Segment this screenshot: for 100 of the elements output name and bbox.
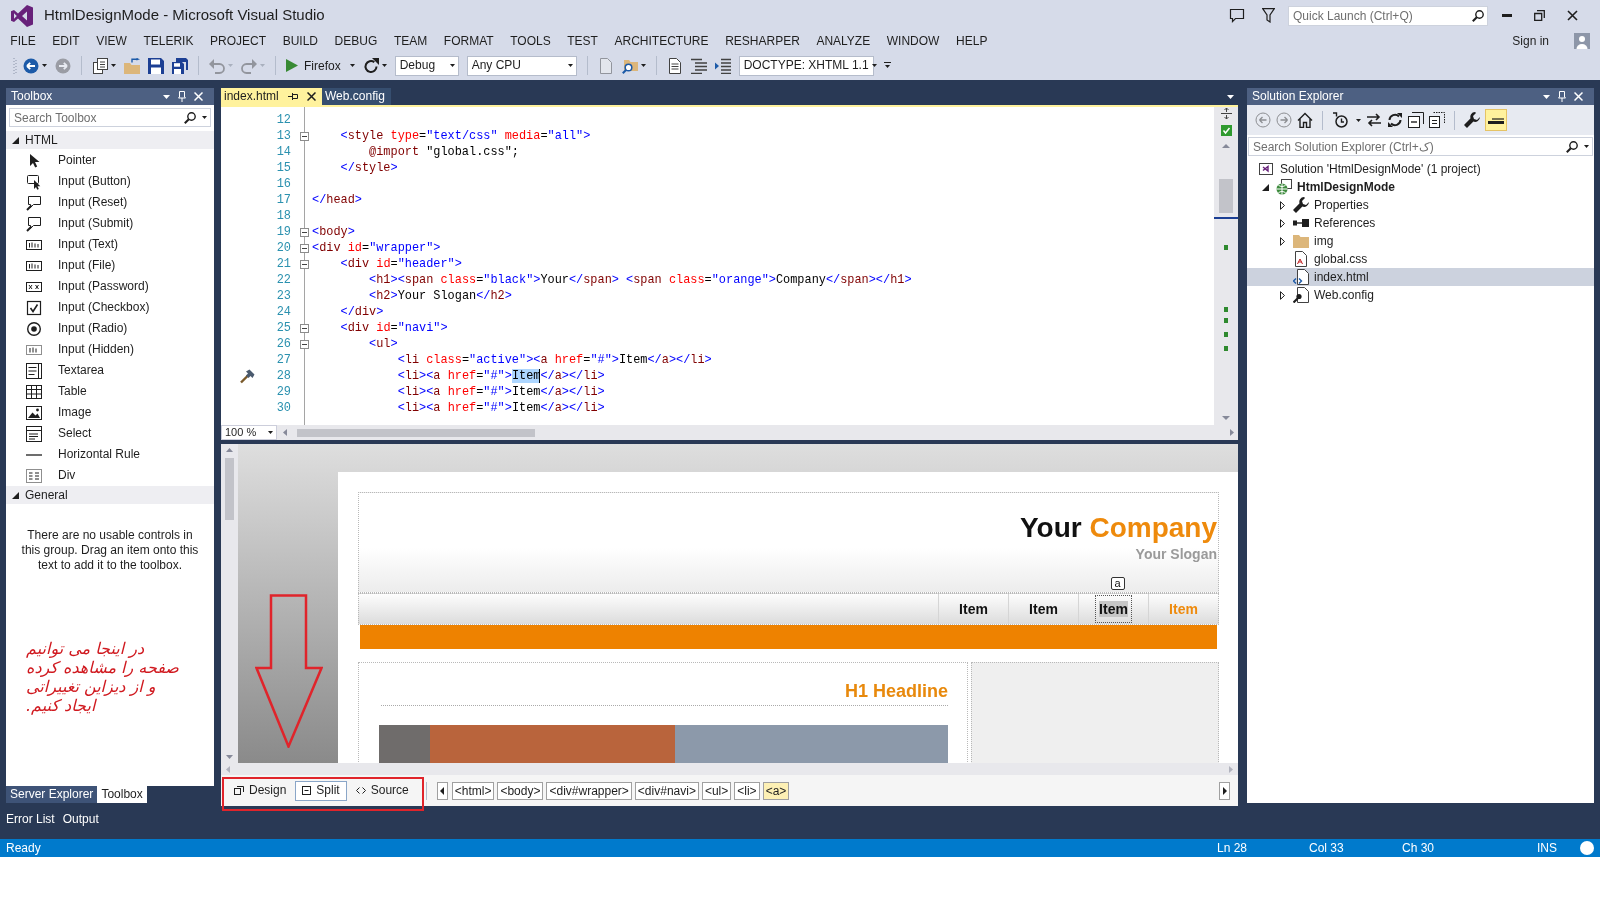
dropdown[interactable]: Any CPU bbox=[466, 55, 577, 76]
save-icon[interactable] bbox=[148, 57, 164, 74]
view-tab[interactable]: Design bbox=[227, 780, 294, 801]
grip-icon[interactable] bbox=[13, 56, 17, 75]
vertical-scrollbar[interactable] bbox=[1214, 107, 1238, 425]
menu-item[interactable]: DEBUG bbox=[326, 33, 386, 49]
expanded-arrow-icon[interactable] bbox=[12, 491, 19, 499]
document-tab[interactable]: index.html bbox=[221, 88, 322, 105]
group-header[interactable]: HTML bbox=[6, 131, 214, 149]
caret-icon[interactable] bbox=[449, 64, 455, 67]
scroll-up-icon[interactable] bbox=[1222, 144, 1230, 148]
caret-icon[interactable] bbox=[567, 64, 573, 67]
overflow-icon[interactable] bbox=[883, 62, 891, 69]
close-icon[interactable] bbox=[307, 92, 316, 101]
clock-icon[interactable] bbox=[1332, 112, 1348, 128]
toolbox-item[interactable]: Table bbox=[6, 381, 214, 402]
menu-item[interactable]: VIEW bbox=[87, 33, 136, 49]
hammer-icon[interactable] bbox=[240, 368, 255, 384]
nav-link[interactable]: Item bbox=[1025, 595, 1062, 623]
expanded-arrow-icon[interactable] bbox=[12, 136, 19, 144]
caret-icon[interactable] bbox=[871, 64, 877, 67]
collapse-box-icon[interactable] bbox=[300, 131, 309, 141]
tree-item[interactable]: References bbox=[1247, 214, 1594, 232]
scroll-up-icon[interactable] bbox=[226, 448, 233, 452]
collapse-all-icon[interactable] bbox=[1408, 112, 1424, 128]
breadcrumb-item[interactable]: <li> bbox=[734, 781, 760, 800]
toolbox-item[interactable]: Input (Text) bbox=[6, 234, 214, 255]
collapsed-arrow-icon[interactable] bbox=[1279, 200, 1285, 210]
panel-tab[interactable]: Error List bbox=[6, 811, 55, 828]
toolbox-item[interactable]: Pointer bbox=[6, 150, 214, 171]
view-tab[interactable]: Split bbox=[295, 780, 347, 801]
toolbox-item[interactable]: Image bbox=[6, 402, 214, 423]
sync-arrows-icon[interactable] bbox=[1366, 112, 1382, 128]
speech-bubble-icon[interactable] bbox=[1229, 8, 1245, 23]
caret-icon[interactable] bbox=[268, 431, 273, 434]
collapse-box-icon[interactable] bbox=[300, 243, 309, 253]
horizontal-scrollbar[interactable] bbox=[277, 425, 1238, 440]
search-field[interactable]: Search Toolbox bbox=[9, 108, 211, 127]
toolbox-item[interactable]: Input (Password) bbox=[6, 276, 214, 297]
open-folder-icon[interactable] bbox=[124, 57, 140, 74]
dropdown-arrow-icon[interactable] bbox=[163, 94, 170, 99]
toolbox-item[interactable]: Input (Checkbox) bbox=[6, 297, 214, 318]
breadcrumb-item[interactable]: <a> bbox=[762, 781, 790, 800]
folder-search-icon[interactable] bbox=[621, 57, 638, 74]
collapsed-arrow-icon[interactable] bbox=[1279, 236, 1285, 246]
avatar-icon[interactable] bbox=[1574, 33, 1590, 49]
collapsed-arrow-icon[interactable] bbox=[1279, 218, 1285, 228]
toolbox-item[interactable]: Input (Radio) bbox=[6, 318, 214, 339]
circle-icon[interactable] bbox=[1580, 841, 1594, 855]
split-handle-icon[interactable] bbox=[1220, 108, 1232, 119]
caret-icon[interactable] bbox=[349, 64, 355, 67]
search-icon[interactable] bbox=[184, 111, 196, 124]
caret-icon[interactable] bbox=[202, 116, 207, 119]
menu-item[interactable]: EDIT bbox=[43, 33, 88, 49]
scrollbar-thumb[interactable] bbox=[225, 458, 234, 520]
document-tab[interactable]: Web.config bbox=[322, 88, 391, 105]
menu-item[interactable]: RESHARPER bbox=[716, 33, 809, 49]
expanded-arrow-icon[interactable] bbox=[1261, 183, 1269, 191]
new-project-icon[interactable] bbox=[92, 57, 108, 74]
toolbox-item[interactable]: Input (Submit) bbox=[6, 213, 214, 234]
dropdown-arrow-icon[interactable] bbox=[1227, 94, 1234, 99]
panel-tab[interactable]: Output bbox=[62, 811, 99, 828]
restore-icon[interactable] bbox=[1534, 10, 1545, 21]
save-all-icon[interactable] bbox=[172, 57, 188, 74]
scrollbar-thumb[interactable] bbox=[297, 428, 535, 437]
menu-item[interactable]: TOOLS bbox=[501, 33, 559, 49]
collapse-box-icon[interactable] bbox=[300, 339, 309, 349]
collapsed-arrow-icon[interactable] bbox=[1279, 290, 1285, 300]
breadcrumb-item[interactable]: <ul> bbox=[701, 781, 732, 800]
tree-item[interactable]: global.css bbox=[1247, 250, 1594, 268]
wrench-icon[interactable] bbox=[1464, 112, 1480, 128]
document-icon[interactable] bbox=[666, 57, 683, 74]
caret-icon[interactable] bbox=[640, 64, 646, 67]
menu-item[interactable]: TELERIK bbox=[135, 33, 202, 49]
funnel-icon[interactable] bbox=[1262, 8, 1275, 23]
dropdown[interactable]: DOCTYPE: XHTML 1.1 bbox=[738, 55, 874, 76]
quick-launch-field[interactable]: Quick Launch (Ctrl+Q) bbox=[1288, 5, 1488, 26]
menu-item[interactable]: FILE bbox=[2, 33, 44, 49]
caret-icon[interactable] bbox=[1356, 118, 1361, 122]
breadcrumb-item[interactable]: <html> bbox=[451, 781, 495, 800]
home-icon[interactable] bbox=[1297, 112, 1313, 128]
sign-in-link[interactable]: Sign in bbox=[1512, 33, 1549, 49]
tree-item[interactable]: Solution 'HtmlDesignMode' (1 project) bbox=[1247, 160, 1594, 178]
toolbox-item[interactable]: Input (Reset) bbox=[6, 192, 214, 213]
breadcrumb-item[interactable]: <div#wrapper> bbox=[546, 781, 632, 800]
menu-item[interactable]: BUILD bbox=[274, 33, 327, 49]
toolbox-item[interactable]: Div bbox=[6, 465, 214, 486]
scroll-down-icon[interactable] bbox=[1222, 416, 1230, 420]
toolbox-item[interactable]: Input (Button) bbox=[6, 171, 214, 192]
caret-icon[interactable] bbox=[111, 64, 116, 67]
caret-icon[interactable] bbox=[381, 64, 387, 67]
scrollbar-thumb[interactable] bbox=[1219, 179, 1233, 213]
breadcrumb-item[interactable]: <div#navi> bbox=[634, 781, 699, 800]
back-icon[interactable] bbox=[23, 57, 39, 74]
dropdown[interactable]: Debug bbox=[394, 55, 459, 76]
menu-item[interactable]: ANALYZE bbox=[808, 33, 879, 49]
menu-item[interactable]: HELP bbox=[947, 33, 996, 49]
tree-item[interactable]: Properties bbox=[1247, 196, 1594, 214]
caret-icon[interactable] bbox=[42, 64, 47, 67]
toolbox-item[interactable]: Horizontal Rule bbox=[6, 444, 214, 465]
